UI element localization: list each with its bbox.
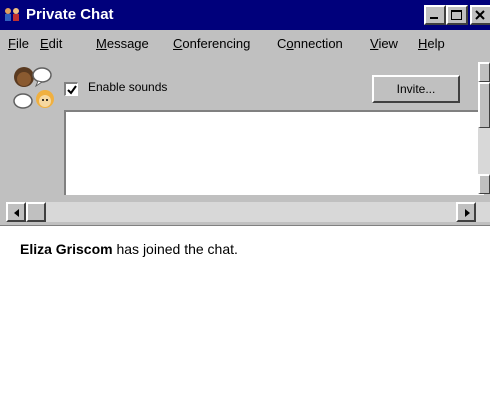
menu-file[interactable]: File bbox=[8, 36, 29, 51]
close-button[interactable] bbox=[470, 5, 490, 25]
chat-transcript[interactable]: Eliza Griscom has joined the chat. bbox=[0, 228, 490, 419]
scroll-down-button[interactable] bbox=[478, 174, 490, 194]
scroll-up-button[interactable] bbox=[478, 62, 490, 82]
arrow-left-icon bbox=[14, 209, 19, 217]
menu-message[interactable]: Message bbox=[96, 36, 149, 51]
menu-view[interactable]: View bbox=[370, 36, 398, 51]
private-chat-window: Private Chat File Edit Message Conferenc… bbox=[0, 0, 490, 419]
participants-horizontal-scrollbar[interactable] bbox=[6, 202, 490, 222]
minimize-button[interactable] bbox=[424, 5, 446, 25]
participants-vertical-scrollbar[interactable] bbox=[478, 62, 490, 194]
scroll-left-button[interactable] bbox=[6, 202, 26, 222]
arrow-right-icon bbox=[465, 209, 470, 217]
menu-edit[interactable]: Edit bbox=[40, 36, 62, 51]
message-user: Eliza Griscom bbox=[20, 241, 113, 257]
invite-button[interactable]: Invite... bbox=[372, 75, 460, 103]
checkmark-icon bbox=[67, 85, 77, 95]
minimize-icon bbox=[430, 17, 438, 19]
chat-people-icon bbox=[5, 8, 19, 21]
enable-sounds-checkbox[interactable] bbox=[64, 82, 78, 96]
message-text: has joined the chat. bbox=[112, 241, 238, 257]
title-bar[interactable]: Private Chat bbox=[0, 0, 490, 30]
horizontal-scroll-thumb[interactable] bbox=[26, 202, 46, 222]
users-icon bbox=[13, 67, 54, 109]
chat-message: Eliza Griscom has joined the chat. bbox=[20, 241, 238, 257]
scroll-right-button[interactable] bbox=[456, 202, 476, 222]
menu-conferencing[interactable]: Conferencing bbox=[173, 36, 250, 51]
menu-help[interactable]: Help bbox=[418, 36, 445, 51]
maximize-icon bbox=[451, 10, 462, 20]
window-title: Private Chat bbox=[26, 6, 114, 23]
close-icon bbox=[475, 10, 485, 20]
maximize-button[interactable] bbox=[446, 5, 468, 25]
scroll-thumb[interactable] bbox=[478, 82, 490, 128]
enable-sounds-label[interactable]: Enable sounds bbox=[88, 80, 167, 94]
menu-connection[interactable]: Connection bbox=[277, 36, 343, 51]
participants-list[interactable] bbox=[64, 110, 484, 195]
menu-bar: File Edit Message Conferencing Connectio… bbox=[0, 30, 490, 58]
